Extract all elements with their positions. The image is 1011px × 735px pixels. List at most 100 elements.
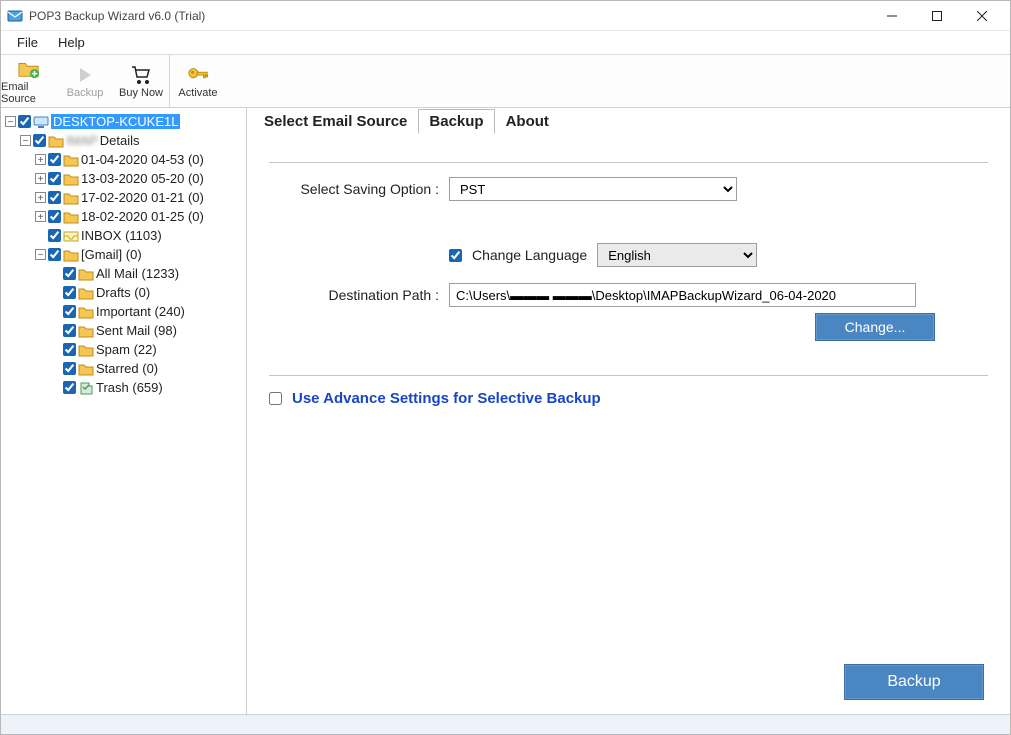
tree-root-label: DESKTOP-KCUKE1L bbox=[51, 114, 180, 129]
saving-option-label: Select Saving Option : bbox=[269, 181, 439, 197]
tree-folder-label: 13-03-2020 05-20 (0) bbox=[81, 171, 204, 186]
tree-item-label: Sent Mail (98) bbox=[96, 323, 177, 338]
saving-option-select[interactable]: PST bbox=[449, 177, 737, 201]
advance-settings-label: Use Advance Settings for Selective Backu… bbox=[292, 390, 601, 407]
destination-label: Destination Path : bbox=[269, 287, 439, 303]
tree-gmail-child[interactable]: Sent Mail (98) bbox=[61, 321, 244, 340]
folder-open-icon bbox=[48, 134, 64, 148]
tree-item-checkbox[interactable] bbox=[63, 362, 76, 375]
expand-icon[interactable]: + bbox=[35, 173, 46, 184]
tree-folder-checkbox[interactable] bbox=[48, 191, 61, 204]
folder-icon bbox=[78, 324, 94, 338]
inbox-icon bbox=[63, 229, 79, 243]
tree-item-label: Spam (22) bbox=[96, 342, 157, 357]
tree-root-checkbox[interactable] bbox=[18, 115, 31, 128]
statusbar bbox=[1, 714, 1010, 734]
change-button[interactable]: Change... bbox=[815, 313, 935, 341]
folder-icon bbox=[78, 305, 94, 319]
backup-button[interactable]: Backup bbox=[844, 664, 984, 700]
tree-folder-label: 01-04-2020 04-53 (0) bbox=[81, 152, 204, 167]
tree-gmail-child[interactable]: Drafts (0) bbox=[61, 283, 244, 302]
folder-icon bbox=[78, 343, 94, 357]
divider bbox=[269, 375, 988, 376]
folder-icon bbox=[63, 210, 79, 224]
toolbar-activate[interactable]: Activate bbox=[170, 55, 226, 107]
expand-icon[interactable]: + bbox=[35, 154, 46, 165]
language-select[interactable]: English bbox=[597, 243, 757, 267]
tree-folder[interactable]: +17-02-2020 01-21 (0) bbox=[33, 188, 244, 207]
app-window: POP3 Backup Wizard v6.0 (Trial) File Hel… bbox=[0, 0, 1011, 735]
folder-icon bbox=[78, 267, 94, 281]
computer-icon bbox=[33, 115, 49, 129]
divider bbox=[269, 162, 988, 163]
toolbar-backup-label: Backup bbox=[67, 87, 104, 99]
tree-item-label: Drafts (0) bbox=[96, 285, 150, 300]
tree-details[interactable]: − IMAP Details bbox=[18, 131, 244, 150]
toolbar-buy-now[interactable]: Buy Now bbox=[113, 55, 169, 107]
change-row: Change... bbox=[269, 313, 988, 341]
minimize-button[interactable] bbox=[869, 1, 914, 31]
key-icon bbox=[187, 64, 209, 86]
tree-gmail-child[interactable]: Important (240) bbox=[61, 302, 244, 321]
tab-about[interactable]: About bbox=[495, 109, 560, 134]
destination-row: Destination Path : bbox=[269, 283, 988, 307]
tree-item-checkbox[interactable] bbox=[63, 305, 76, 318]
tree-inbox-label: INBOX (1103) bbox=[81, 228, 162, 243]
menu-file[interactable]: File bbox=[7, 32, 48, 53]
backup-content: Select Saving Option : PST Change Langua… bbox=[247, 134, 1010, 660]
footer: Backup bbox=[247, 660, 1010, 714]
folder-add-icon bbox=[18, 58, 40, 80]
tree-folder-checkbox[interactable] bbox=[48, 210, 61, 223]
change-language-checkbox[interactable] bbox=[449, 249, 462, 262]
expand-icon[interactable]: + bbox=[35, 192, 46, 203]
titlebar: POP3 Backup Wizard v6.0 (Trial) bbox=[1, 1, 1010, 31]
window-title: POP3 Backup Wizard v6.0 (Trial) bbox=[29, 9, 205, 23]
folder-icon bbox=[63, 153, 79, 167]
body: − DESKTOP-KCUKE1L − IMAP Deta bbox=[1, 108, 1010, 714]
app-icon bbox=[7, 8, 23, 24]
cart-icon bbox=[130, 64, 152, 86]
tree-item-checkbox[interactable] bbox=[63, 286, 76, 299]
tree-gmail-label: [Gmail] (0) bbox=[81, 247, 142, 262]
tree-item-checkbox[interactable] bbox=[63, 267, 76, 280]
folder-icon bbox=[78, 362, 94, 376]
toolbar-activate-label: Activate bbox=[178, 87, 217, 99]
tree-folder[interactable]: +01-04-2020 04-53 (0) bbox=[33, 150, 244, 169]
menu-help[interactable]: Help bbox=[48, 32, 95, 53]
change-language-label: Change Language bbox=[472, 247, 587, 263]
tree-item-label: Starred (0) bbox=[96, 361, 158, 376]
tree-folder-label: 18-02-2020 01-25 (0) bbox=[81, 209, 204, 224]
tree-gmail-child[interactable]: Trash (659) bbox=[61, 378, 244, 397]
menubar: File Help bbox=[1, 31, 1010, 55]
folder-icon bbox=[78, 381, 94, 395]
destination-input[interactable] bbox=[449, 283, 916, 307]
tree-folder-checkbox[interactable] bbox=[48, 172, 61, 185]
tree-item-checkbox[interactable] bbox=[63, 324, 76, 337]
expand-icon[interactable]: + bbox=[35, 211, 46, 222]
tree-folder[interactable]: +18-02-2020 01-25 (0) bbox=[33, 207, 244, 226]
tree-gmail-checkbox[interactable] bbox=[48, 248, 61, 261]
tree-details-checkbox[interactable] bbox=[33, 134, 46, 147]
collapse-icon[interactable]: − bbox=[5, 116, 16, 127]
collapse-icon[interactable]: − bbox=[20, 135, 31, 146]
tree-inbox[interactable]: INBOX (1103) bbox=[33, 226, 244, 245]
tab-backup[interactable]: Backup bbox=[418, 109, 494, 134]
tree-gmail-child[interactable]: All Mail (1233) bbox=[61, 264, 244, 283]
sidebar: − DESKTOP-KCUKE1L − IMAP Deta bbox=[1, 108, 247, 714]
tree-root[interactable]: − DESKTOP-KCUKE1L bbox=[3, 112, 244, 131]
tree-item-checkbox[interactable] bbox=[63, 381, 76, 394]
toolbar-backup[interactable]: Backup bbox=[57, 55, 113, 107]
close-button[interactable] bbox=[959, 1, 1004, 31]
tree-folder[interactable]: +13-03-2020 05-20 (0) bbox=[33, 169, 244, 188]
advance-settings-checkbox[interactable] bbox=[269, 392, 282, 405]
tree-gmail-child[interactable]: Starred (0) bbox=[61, 359, 244, 378]
tab-select-source[interactable]: Select Email Source bbox=[253, 109, 418, 134]
tree-gmail-child[interactable]: Spam (22) bbox=[61, 340, 244, 359]
maximize-button[interactable] bbox=[914, 1, 959, 31]
tree-inbox-checkbox[interactable] bbox=[48, 229, 61, 242]
tree-item-checkbox[interactable] bbox=[63, 343, 76, 356]
collapse-icon[interactable]: − bbox=[35, 249, 46, 260]
tree-gmail[interactable]: − [Gmail] (0) bbox=[33, 245, 244, 264]
tree-folder-checkbox[interactable] bbox=[48, 153, 61, 166]
toolbar-email-source[interactable]: Email Source bbox=[1, 55, 57, 107]
